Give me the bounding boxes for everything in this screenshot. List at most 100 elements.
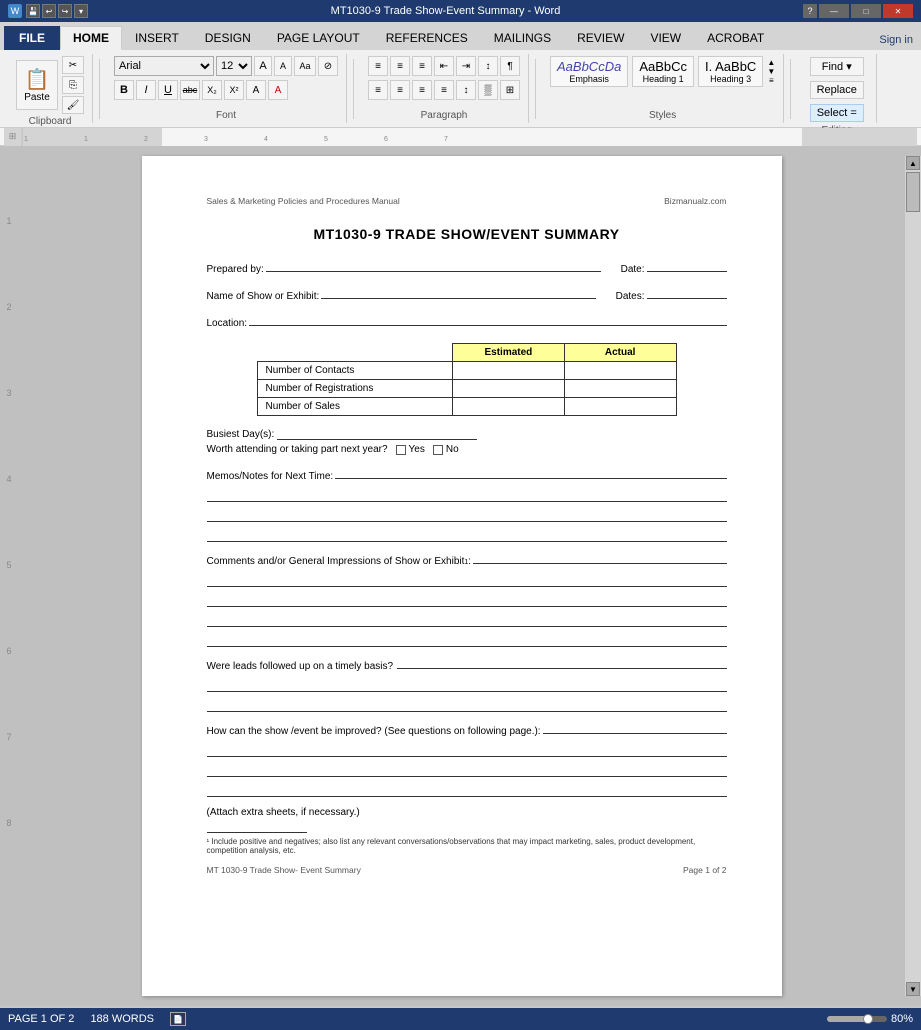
style-heading3[interactable]: I. AaBbC Heading 3 — [698, 56, 763, 87]
font-color-btn[interactable]: A — [268, 80, 288, 100]
superscript-btn[interactable]: X² — [224, 80, 244, 100]
tab-design[interactable]: DESIGN — [192, 26, 264, 50]
improve-line-1[interactable] — [207, 741, 727, 757]
row-sales-estimated[interactable] — [453, 398, 565, 416]
styles-scroll[interactable]: ▲ ▼ ≡ — [767, 58, 775, 85]
row-sales-label: Number of Sales — [257, 398, 453, 416]
show-marks-btn[interactable]: ¶ — [500, 56, 520, 76]
prepared-by-field[interactable] — [266, 258, 601, 272]
numbering-btn[interactable]: ≡ — [390, 56, 410, 76]
zoom-thumb[interactable] — [863, 1014, 873, 1024]
no-checkbox[interactable] — [433, 445, 443, 455]
improve-first-line[interactable] — [543, 720, 727, 734]
line-spacing-btn[interactable]: ↕ — [456, 80, 476, 100]
tab-insert[interactable]: INSERT — [122, 26, 192, 50]
zoom-slider[interactable] — [827, 1016, 887, 1022]
subscript-btn[interactable]: X₂ — [202, 80, 222, 100]
tab-review[interactable]: REVIEW — [564, 26, 637, 50]
leads-label-row: Were leads followed up on a timely basis… — [207, 655, 727, 672]
tab-home[interactable]: HOME — [60, 26, 122, 50]
dates-field[interactable] — [647, 285, 727, 299]
comment-line-2[interactable] — [207, 591, 727, 607]
strikethrough-btn[interactable]: abc — [180, 80, 200, 100]
tab-mailings[interactable]: MAILINGS — [481, 26, 564, 50]
comment-line-4[interactable] — [207, 631, 727, 647]
shading-btn[interactable]: ▒ — [478, 80, 498, 100]
align-center-btn[interactable]: ≡ — [390, 80, 410, 100]
busiest-days-field[interactable] — [277, 428, 477, 440]
cut-button[interactable]: ✂ — [62, 56, 84, 74]
document-page[interactable]: Sales & Marketing Policies and Procedure… — [142, 156, 782, 996]
borders-btn[interactable]: ⊞ — [500, 80, 520, 100]
format-painter-button[interactable]: 🖌 — [62, 96, 84, 114]
align-left-btn[interactable]: ≡ — [368, 80, 388, 100]
paste-button[interactable]: 📋 Paste — [16, 60, 58, 110]
change-case-btn[interactable]: Aa — [294, 56, 316, 76]
close-btn[interactable]: ✕ — [883, 4, 913, 18]
row-contacts-actual[interactable] — [564, 362, 676, 380]
leads-line-2[interactable] — [207, 696, 727, 712]
tab-references[interactable]: REFERENCES — [373, 26, 481, 50]
copy-button[interactable]: ⎘ — [62, 76, 84, 94]
clear-format-btn[interactable]: ⊘ — [318, 56, 338, 76]
minimize-btn[interactable]: — — [819, 4, 849, 18]
style-emphasis[interactable]: AaBbCcDa Emphasis — [550, 56, 628, 87]
increase-indent-btn[interactable]: ⇥ — [456, 56, 476, 76]
comments-first-line[interactable] — [473, 550, 726, 564]
yes-checkbox[interactable] — [396, 445, 406, 455]
quick-more-btn[interactable]: ▾ — [74, 4, 88, 18]
row-sales-actual[interactable] — [564, 398, 676, 416]
font-grow-btn[interactable]: A — [254, 56, 272, 76]
memo-line-2[interactable] — [207, 506, 727, 522]
sort-btn[interactable]: ↕ — [478, 56, 498, 76]
quick-save-btn[interactable]: 💾 — [26, 4, 40, 18]
help-btn[interactable]: ? — [803, 4, 817, 18]
memos-first-line[interactable] — [335, 465, 726, 479]
heading1-label: Heading 1 — [643, 74, 684, 84]
decrease-indent-btn[interactable]: ⇤ — [434, 56, 454, 76]
bold-btn[interactable]: B — [114, 80, 134, 100]
scroll-thumb[interactable] — [906, 172, 920, 212]
sign-in-link[interactable]: Sign in — [871, 30, 921, 50]
location-field[interactable] — [249, 312, 726, 326]
comment-line-1[interactable] — [207, 571, 727, 587]
memo-line-3[interactable] — [207, 526, 727, 542]
multilevel-btn[interactable]: ≡ — [412, 56, 432, 76]
tab-file[interactable]: FILE — [4, 26, 60, 50]
style-heading1[interactable]: AaBbCc Heading 1 — [632, 56, 694, 87]
font-shrink-btn[interactable]: A — [274, 56, 292, 76]
tab-view[interactable]: VIEW — [637, 26, 694, 50]
row-registrations-estimated[interactable] — [453, 380, 565, 398]
text-highlight-btn[interactable]: A — [246, 80, 266, 100]
show-name-field[interactable] — [321, 285, 595, 299]
scroll-up-btn[interactable]: ▲ — [906, 156, 920, 170]
document-view-btn[interactable]: 📄 — [170, 1012, 186, 1026]
quick-undo-btn[interactable]: ↩ — [42, 4, 56, 18]
select-btn[interactable]: Select = — [810, 104, 864, 122]
align-right-btn[interactable]: ≡ — [412, 80, 432, 100]
leads-line-1[interactable] — [207, 676, 727, 692]
row-contacts-estimated[interactable] — [453, 362, 565, 380]
improve-line-2[interactable] — [207, 761, 727, 777]
font-name-select[interactable]: Arial — [114, 56, 214, 76]
improve-label-row: How can the show /event be improved? (Se… — [207, 720, 727, 737]
improve-line-3[interactable] — [207, 781, 727, 797]
justify-btn[interactable]: ≡ — [434, 80, 454, 100]
date-field[interactable] — [647, 258, 727, 272]
scroll-down-btn[interactable]: ▼ — [906, 982, 920, 996]
italic-btn[interactable]: I — [136, 80, 156, 100]
tab-page-layout[interactable]: PAGE LAYOUT — [264, 26, 373, 50]
tab-acrobat[interactable]: ACROBAT — [694, 26, 777, 50]
scrollbar[interactable]: ▲ ▼ — [905, 156, 921, 996]
comment-line-3[interactable] — [207, 611, 727, 627]
maximize-btn[interactable]: □ — [851, 4, 881, 18]
memo-line-1[interactable] — [207, 486, 727, 502]
row-registrations-actual[interactable] — [564, 380, 676, 398]
find-btn[interactable]: Find ▾ — [810, 57, 864, 76]
underline-btn[interactable]: U — [158, 80, 178, 100]
bullets-btn[interactable]: ≡ — [368, 56, 388, 76]
quick-redo-btn[interactable]: ↪ — [58, 4, 72, 18]
leads-first-line[interactable] — [397, 655, 726, 669]
replace-btn[interactable]: Replace — [810, 81, 864, 99]
font-size-select[interactable]: 12 — [216, 56, 252, 76]
